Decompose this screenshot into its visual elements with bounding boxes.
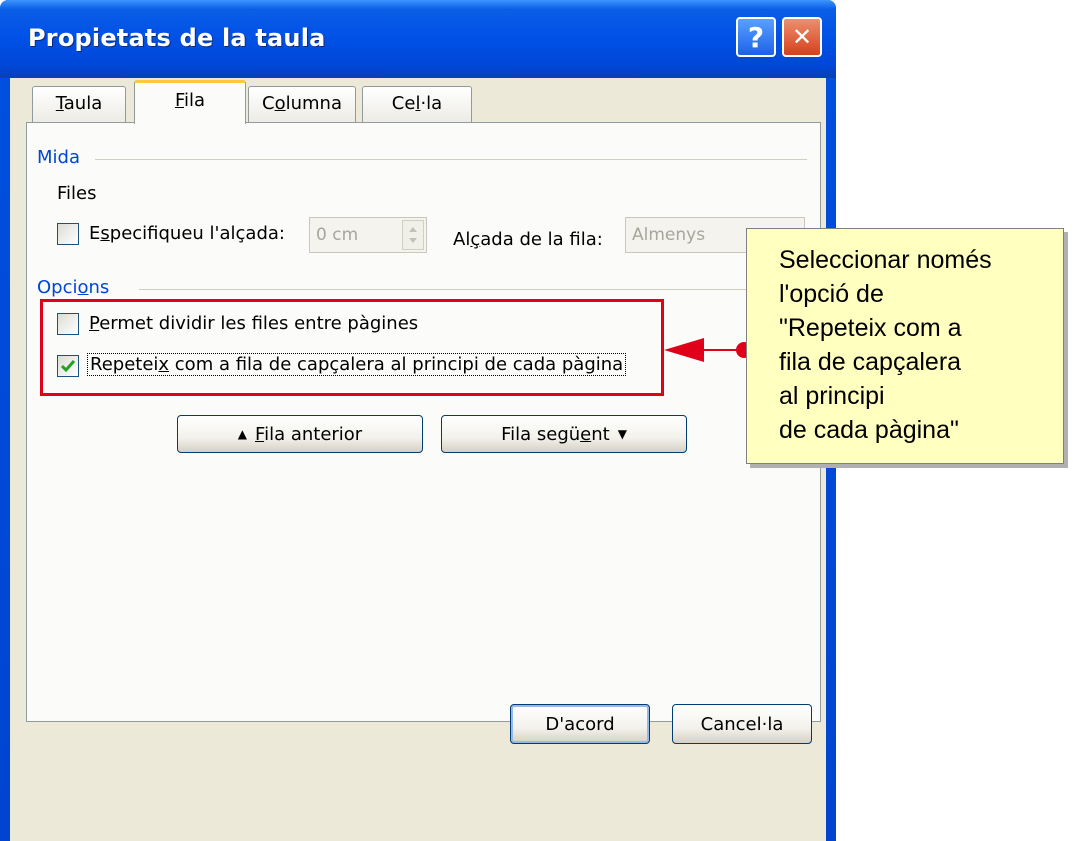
tab-page-fila: Mida Files Especifiqueu l'alçada: 0 cm A… bbox=[26, 122, 821, 722]
row-height-pre: Al bbox=[453, 229, 471, 250]
highlight-box bbox=[40, 299, 664, 396]
tab-taula-mnemonic: T bbox=[55, 93, 64, 114]
tab-cella-label: ·la bbox=[420, 93, 443, 114]
ok-button[interactable]: D'acord bbox=[510, 704, 650, 744]
row-height-rest: ada de la fila: bbox=[480, 229, 603, 250]
cancel-button[interactable]: Cancel·la bbox=[672, 704, 812, 744]
options-group-divider bbox=[139, 289, 807, 290]
tab-columna-label: lumna bbox=[285, 93, 342, 114]
tab-columna-pre: C bbox=[262, 93, 275, 114]
tab-taula[interactable]: Taula bbox=[32, 86, 126, 123]
row-height-mnemonic: ç bbox=[470, 229, 481, 250]
next-row-rest: nt bbox=[591, 423, 610, 445]
window-title: Propietats de la taula bbox=[28, 24, 326, 52]
options-mnemonic: o bbox=[77, 277, 89, 298]
specify-height-checkbox[interactable] bbox=[57, 223, 79, 245]
height-spin-input[interactable]: 0 cm bbox=[309, 217, 427, 253]
tab-fila-label: ila bbox=[184, 90, 206, 111]
tab-columna-mnemonic: o bbox=[274, 93, 286, 114]
previous-row-button[interactable]: ▲ Fila anterior bbox=[177, 415, 423, 453]
up-arrow-icon: ▲ bbox=[237, 427, 248, 441]
ok-label: D'acord bbox=[545, 713, 615, 735]
row-height-label: Alçada de la fila: bbox=[453, 229, 603, 250]
rows-label: Files bbox=[57, 183, 97, 204]
options-pre: Opci bbox=[37, 277, 78, 298]
tab-fila[interactable]: Fila bbox=[134, 80, 246, 124]
next-row-pre: Fila segü bbox=[501, 423, 581, 445]
question-mark-icon: ? bbox=[747, 20, 765, 54]
tab-cella-pre: Ce bbox=[391, 93, 416, 114]
row-height-value: Almenys bbox=[632, 225, 706, 245]
help-button[interactable]: ? bbox=[736, 17, 776, 57]
dialog-client-area: Taula Fila Columna Cel·la Mida Files Esp… bbox=[10, 78, 826, 841]
spinner-arrows-icon bbox=[409, 227, 417, 243]
specify-height-rest: pecifiqueu l'alçada: bbox=[109, 223, 285, 244]
previous-row-rest: ila anterior bbox=[264, 423, 363, 445]
specify-height-mnemonic: s bbox=[100, 223, 110, 244]
previous-row-label: Fila anterior bbox=[255, 424, 362, 445]
dialog-window: Propietats de la taula ? ✕ Taula Fila Co… bbox=[0, 0, 836, 841]
next-row-label: Fila següent bbox=[501, 424, 610, 445]
height-spinner[interactable] bbox=[402, 220, 424, 250]
tab-fila-mnemonic: F bbox=[174, 90, 184, 111]
close-icon: ✕ bbox=[791, 23, 813, 51]
callout-text: Seleccionar només l'opció de "Repeteix c… bbox=[779, 246, 992, 444]
tab-taula-label: aula bbox=[63, 93, 103, 114]
tab-cella[interactable]: Cel·la bbox=[362, 86, 472, 123]
callout-note: Seleccionar només l'opció de "Repeteix c… bbox=[746, 228, 1064, 464]
down-arrow-icon: ▼ bbox=[617, 427, 627, 441]
next-row-button[interactable]: Fila següent ▼ bbox=[441, 415, 687, 453]
pointer-arrowhead-icon bbox=[664, 338, 704, 362]
callout-pointer bbox=[664, 338, 752, 362]
cancel-label: Cancel·la bbox=[700, 713, 784, 735]
size-group-label: Mida bbox=[37, 147, 80, 168]
close-button[interactable]: ✕ bbox=[782, 17, 822, 57]
tab-columna[interactable]: Columna bbox=[248, 86, 356, 123]
size-group-divider bbox=[95, 159, 807, 160]
specify-height-pre: E bbox=[89, 223, 101, 244]
previous-row-mnemonic: F bbox=[255, 423, 265, 445]
options-rest: ns bbox=[88, 277, 110, 298]
options-group-label: Opcions bbox=[37, 277, 109, 298]
next-row-mnemonic: e bbox=[580, 423, 592, 445]
height-value: 0 cm bbox=[316, 225, 359, 245]
specify-height-label[interactable]: Especifiqueu l'alçada: bbox=[89, 223, 285, 244]
title-bar[interactable]: Propietats de la taula ? ✕ bbox=[0, 0, 836, 78]
